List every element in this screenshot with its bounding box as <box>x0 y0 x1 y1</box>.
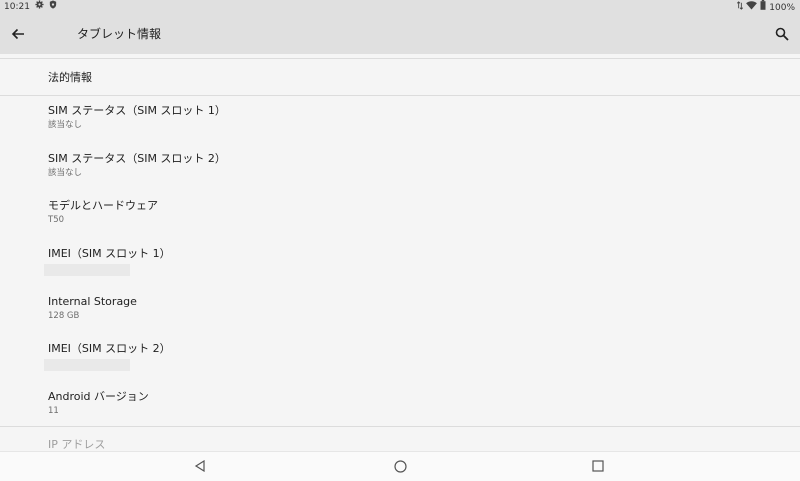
item-title: SIM ステータス（SIM スロット 2） <box>48 152 226 165</box>
item-title: SIM ステータス（SIM スロット 1） <box>48 104 226 117</box>
status-right: 100% <box>737 0 795 15</box>
redacted-value <box>44 359 130 371</box>
page-title: タブレット情報 <box>77 27 162 41</box>
nav-home-icon <box>393 459 407 473</box>
item-title: IMEI（SIM スロット 1） <box>48 247 171 260</box>
nav-recents-icon <box>592 460 604 472</box>
item-summary: T50 <box>48 215 65 225</box>
back-button[interactable] <box>6 22 30 46</box>
status-left: 10:21 <box>4 0 57 14</box>
search-icon <box>775 27 789 41</box>
status-bar: 10:21 100% <box>0 0 800 14</box>
app-bar: タブレット情報 <box>0 14 800 54</box>
item-summary: 128 GB <box>48 311 80 321</box>
list-item-sim-status-2[interactable]: SIM ステータス（SIM スロット 2） 該当なし <box>48 152 648 179</box>
item-title: IMEI（SIM スロット 2） <box>48 342 171 355</box>
item-title: モデルとハードウェア <box>48 199 158 212</box>
list-item-android-version[interactable]: Android バージョン 11 <box>48 390 648 417</box>
list-item-imei-1[interactable]: IMEI（SIM スロット 1） <box>44 247 648 276</box>
item-summary: 該当なし <box>48 120 83 130</box>
gear-icon <box>35 0 44 14</box>
data-arrows-icon <box>737 0 744 15</box>
item-title: Android バージョン <box>48 390 149 403</box>
list-item-ip-address[interactable]: IP アドレス <box>48 436 105 452</box>
item-summary: 11 <box>48 406 59 416</box>
redacted-value <box>44 264 130 276</box>
battery-icon <box>760 0 766 15</box>
item-summary: 該当なし <box>48 168 83 178</box>
legal-info-item[interactable]: 法的情報 <box>0 58 800 96</box>
shield-icon <box>49 0 57 14</box>
nav-home-button[interactable] <box>392 458 408 474</box>
item-title: Internal Storage <box>48 295 137 308</box>
back-arrow-icon <box>11 28 24 40</box>
list-item-model-hardware[interactable]: モデルとハードウェア T50 <box>48 199 648 226</box>
nav-back-icon <box>194 460 205 472</box>
list-item-internal-storage[interactable]: Internal Storage 128 GB <box>48 295 648 322</box>
list-item-sim-status-1[interactable]: SIM ステータス（SIM スロット 1） 該当なし <box>48 104 648 131</box>
navigation-bar <box>0 451 800 481</box>
divider <box>0 426 800 427</box>
nav-back-button[interactable] <box>192 458 208 474</box>
list-item-imei-2[interactable]: IMEI（SIM スロット 2） <box>44 342 648 371</box>
legal-info-label: 法的情報 <box>48 71 92 84</box>
battery-percent: 100% <box>769 2 795 13</box>
search-button[interactable] <box>770 22 794 46</box>
nav-recents-button[interactable] <box>590 458 606 474</box>
status-time: 10:21 <box>4 2 30 12</box>
wifi-icon <box>746 0 758 15</box>
